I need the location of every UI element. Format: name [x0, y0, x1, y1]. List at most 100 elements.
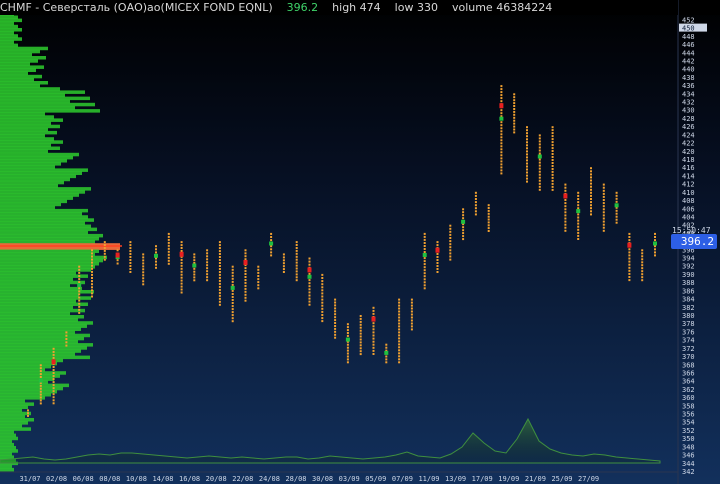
bar-tick: [538, 179, 541, 182]
bar-tick: [257, 278, 260, 281]
ohlc-bar: [129, 241, 132, 273]
bar-tick: [218, 288, 221, 291]
bar-tick: [538, 146, 541, 149]
volume-profile-bar: [0, 277, 73, 282]
price-tick-label: 360: [682, 394, 695, 402]
bar-marker-red: [51, 359, 56, 365]
bar-tick: [564, 205, 567, 208]
volume-profile-bar: [0, 81, 48, 85]
bar-tick: [39, 387, 42, 390]
bar-tick: [423, 232, 426, 235]
bar-tick: [538, 164, 541, 167]
bar-tick: [410, 316, 413, 319]
volume-profile-bar: [0, 252, 95, 257]
bar-tick: [590, 207, 592, 210]
bar-marker-green: [499, 116, 504, 121]
bar-tick: [436, 262, 439, 264]
bar-tick: [65, 344, 68, 347]
bar-tick: [321, 314, 324, 316]
volume-profile-bar: [0, 218, 94, 222]
bar-tick: [615, 215, 618, 218]
volume-profile-bar: [0, 84, 40, 88]
bar-tick: [334, 325, 337, 327]
chart-background: [0, 0, 720, 484]
time-tick-label: 27/09: [578, 475, 599, 483]
bar-tick: [52, 399, 55, 402]
bar-tick: [513, 128, 516, 131]
bar-tick: [398, 334, 401, 337]
bar-tick: [334, 336, 337, 339]
volume-profile-bar: [0, 405, 28, 410]
volume-profile-bar: [0, 315, 84, 319]
bar-tick: [602, 208, 605, 211]
bar-tick: [487, 221, 490, 224]
price-tick-label: 374: [682, 337, 695, 345]
volume-profile-bar: [0, 280, 85, 285]
volume-profile-bar: [0, 305, 73, 310]
volume-profile-bar: [0, 408, 22, 413]
bar-tick: [218, 244, 221, 247]
bar-tick: [193, 276, 196, 279]
bar-tick: [577, 216, 580, 219]
bar-tick: [52, 381, 55, 384]
bar-tick: [474, 210, 477, 213]
bar-tick: [551, 150, 554, 152]
bar-tick: [590, 204, 592, 207]
bar-tick: [39, 393, 42, 396]
volume-profile-bar: [0, 321, 93, 325]
bar-tick: [180, 261, 183, 264]
bar-tick: [52, 384, 55, 387]
ohlc-bar: [142, 253, 145, 286]
bar-tick: [410, 307, 413, 310]
price-tick-label: 362: [682, 386, 695, 394]
bar-tick: [52, 375, 55, 378]
bar-tick: [538, 182, 541, 185]
bar-tick: [39, 364, 42, 367]
bar-tick: [308, 272, 311, 275]
bar-tick: [129, 256, 132, 258]
time-tick-label: 30/08: [312, 475, 333, 483]
price-tick-label: 370: [682, 353, 695, 361]
volume-profile-bar: [0, 215, 88, 219]
volume-profile-bar: [0, 184, 58, 188]
bar-tick: [500, 85, 503, 88]
bar-tick: [590, 210, 592, 213]
volume-profile-bar: [0, 74, 42, 79]
bar-tick: [218, 291, 221, 294]
time-tick-label: 22/08: [232, 475, 253, 483]
bar-tick: [526, 141, 528, 144]
bar-tick: [615, 221, 618, 224]
bar-marker-green: [576, 209, 581, 214]
bar-tick: [257, 275, 260, 277]
volume-profile-bar: [0, 193, 79, 197]
bar-tick: [231, 265, 234, 268]
bar-tick: [423, 235, 426, 238]
bar-tick: [590, 173, 592, 176]
volume-profile-bar: [0, 121, 51, 126]
bar-tick: [180, 276, 183, 279]
volume-profile-bar: [0, 311, 70, 316]
bar-tick: [551, 168, 554, 170]
bar-tick: [321, 307, 324, 310]
bar-tick: [308, 285, 311, 288]
price-tick-label: 386: [682, 287, 695, 295]
bar-tick: [564, 199, 567, 201]
volume-profile-bar: [0, 446, 16, 450]
time-tick-label: 16/08: [179, 475, 200, 483]
price-chart[interactable]: 4564544524504484464444424404384364344324…: [0, 0, 720, 484]
volume-profile-bar: [0, 31, 14, 35]
high-label: high: [332, 1, 357, 14]
bar-tick: [180, 247, 183, 249]
bar-tick: [423, 266, 426, 269]
volume-profile-bar: [0, 396, 45, 400]
bar-tick: [321, 301, 324, 304]
bar-tick: [91, 277, 93, 279]
bar-tick: [462, 235, 465, 238]
bar-tick: [321, 273, 324, 276]
bar-tick: [372, 331, 375, 334]
bar-tick: [91, 280, 93, 283]
bar-tick: [602, 183, 605, 186]
bar-tick: [78, 278, 81, 281]
bar-tick: [180, 258, 183, 261]
bar-tick: [487, 230, 490, 232]
